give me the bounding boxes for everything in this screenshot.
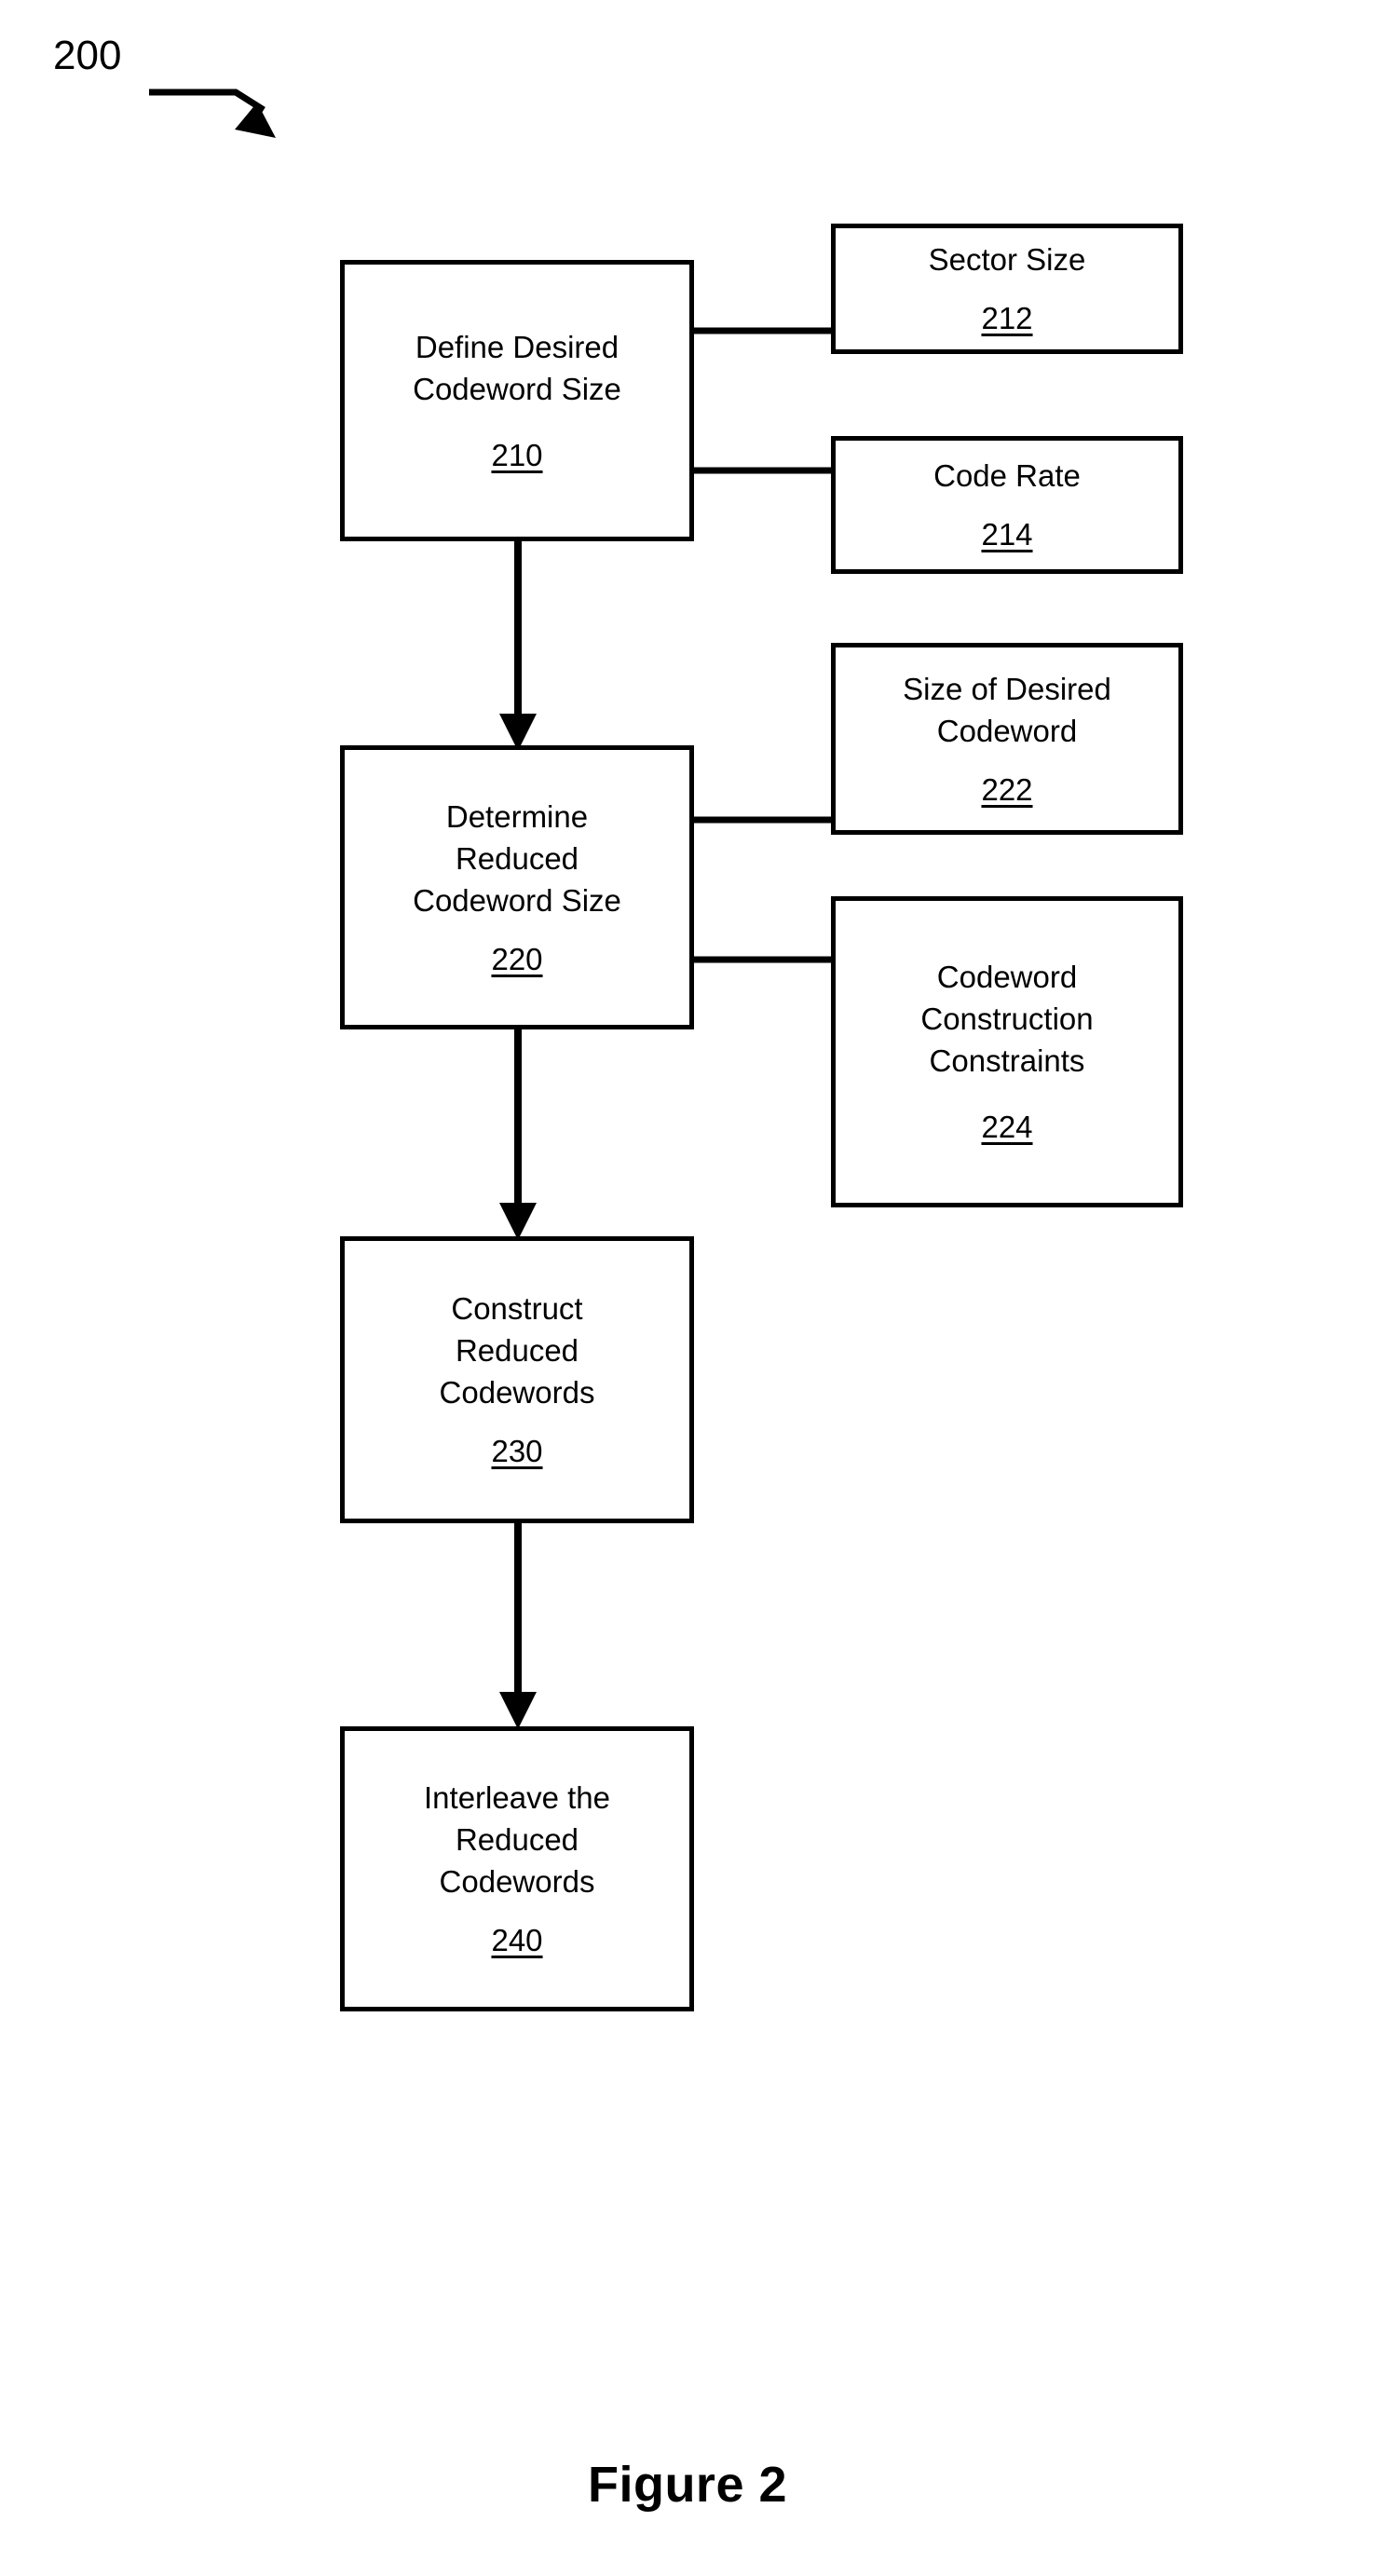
input-ref-214: 214 (981, 517, 1033, 552)
flow-arrow-210-to-220 (499, 541, 537, 751)
flow-step-box-230[interactable]: Construct Reduced Codewords 230 (340, 1236, 694, 1523)
flow-step-label-230: Construct Reduced Codewords (439, 1291, 595, 1410)
flow-step-label-240: Interleave the Reduced Codewords (424, 1780, 610, 1899)
flow-step-label-210: Define Desired Codeword Size (413, 329, 621, 406)
flow-step-ref-220: 220 (491, 941, 543, 976)
flow-step-ref-210: 210 (491, 437, 543, 472)
input-box-222[interactable]: Size of Desired Codeword 222 (831, 643, 1183, 835)
figure-reference-numeral: 200 (53, 33, 122, 78)
input-label-214: Code Rate (933, 458, 1081, 493)
flow-arrow-220-to-230 (499, 1029, 537, 1240)
flow-step-ref-230: 230 (491, 1434, 543, 1468)
input-ref-222: 222 (981, 771, 1033, 807)
patent-figure-2: 200 Define Desired Codeword Size 210 Det… (0, 0, 1375, 2576)
input-ref-224: 224 (981, 1110, 1033, 1144)
flow-arrow-230-to-240 (499, 1523, 537, 1729)
input-box-214[interactable]: Code Rate 214 (831, 436, 1183, 574)
input-label-222: Size of Desired Codeword (903, 671, 1111, 748)
flow-step-ref-240: 240 (491, 1923, 543, 1957)
flow-step-box-240[interactable]: Interleave the Reduced Codewords 240 (340, 1726, 694, 2011)
input-ref-212: 212 (981, 301, 1033, 335)
flow-step-box-210[interactable]: Define Desired Codeword Size 210 (340, 260, 694, 541)
figure-caption: Figure 2 (587, 2457, 788, 2513)
flow-step-label-220: Determine Reduced Codeword Size (413, 798, 621, 918)
reference-lead-line-200 (149, 89, 276, 138)
flow-step-box-220[interactable]: Determine Reduced Codeword Size 220 (340, 745, 694, 1029)
input-box-224[interactable]: Codeword Construction Constraints 224 (831, 896, 1183, 1207)
input-box-212[interactable]: Sector Size 212 (831, 224, 1183, 354)
input-label-224: Codeword Construction Constraints (920, 960, 1094, 1078)
input-label-212: Sector Size (928, 242, 1086, 277)
